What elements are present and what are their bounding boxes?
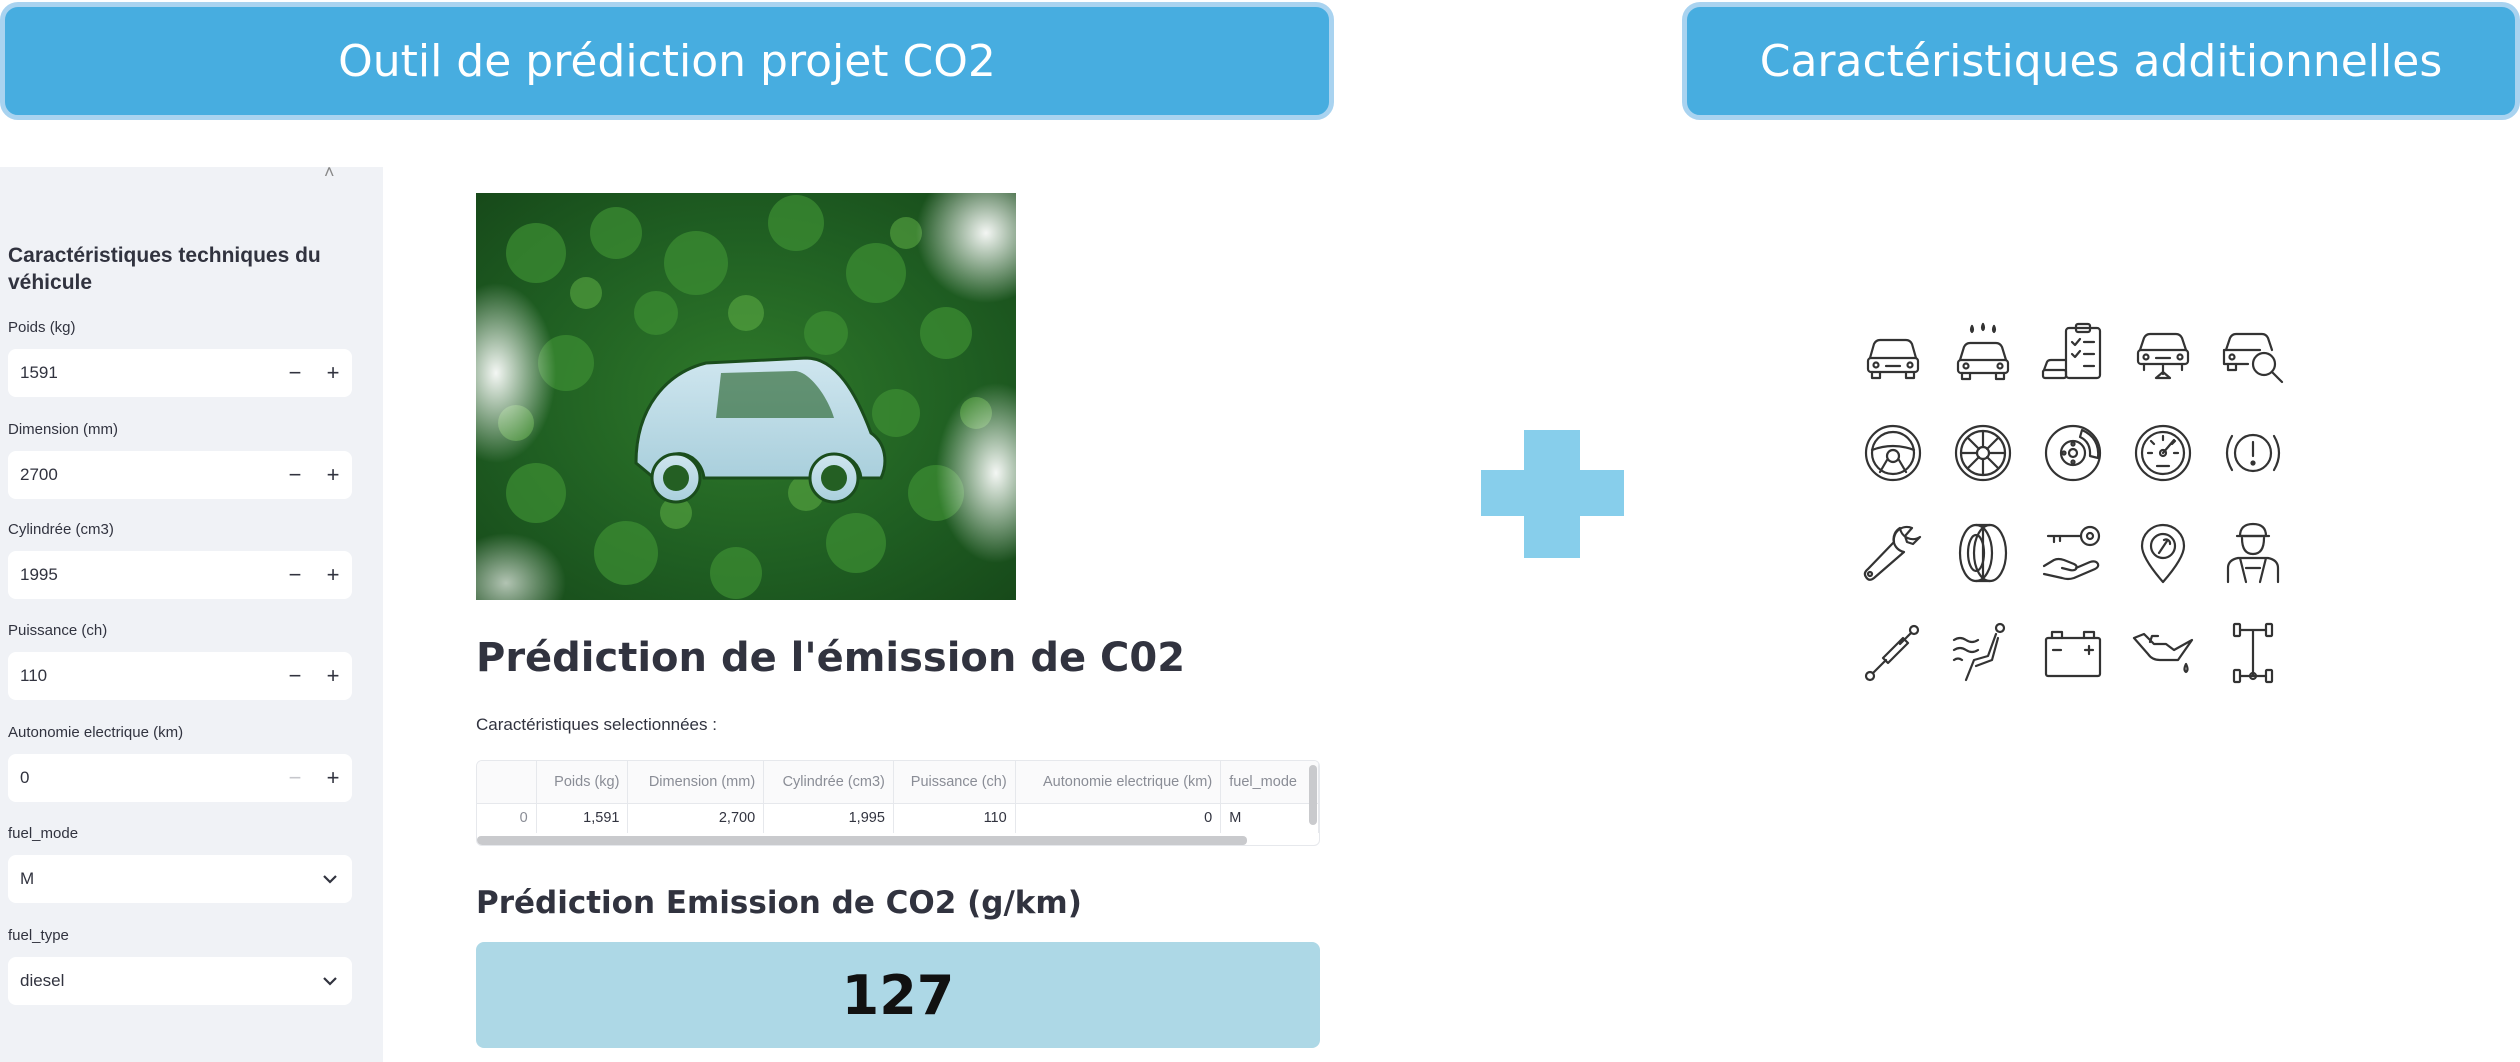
displacement-value[interactable]: 1995	[8, 565, 276, 585]
table-header-displacement[interactable]: Cylindrée (cm3)	[763, 761, 894, 804]
dimension-label: Dimension (mm)	[8, 421, 119, 438]
weight-input[interactable]: 1591 − +	[8, 349, 352, 397]
table-cell-fuel-mode[interactable]: M	[1220, 803, 1319, 833]
steering-wheel-icon	[1860, 420, 1926, 486]
dimension-increment-button[interactable]: +	[314, 462, 352, 488]
displacement-input[interactable]: 1995 − +	[8, 551, 352, 599]
mechanic-icon	[2220, 520, 2286, 586]
car-checklist-icon	[2040, 320, 2106, 386]
additional-features-icon-grid	[1860, 320, 2300, 690]
fuel-type-label: fuel_type	[8, 927, 69, 944]
electric-range-decrement-button[interactable]: −	[276, 765, 314, 791]
shock-absorber-icon	[1860, 620, 1926, 686]
banner-title-right: Caractéristiques additionnelles	[1682, 2, 2520, 120]
dimension-input[interactable]: 2700 − +	[8, 451, 352, 499]
table-horizontal-scrollbar[interactable]	[477, 836, 1247, 845]
table-cell-displacement[interactable]: 1,995	[763, 803, 894, 833]
table-cell-power[interactable]: 110	[893, 803, 1016, 833]
banner-title-right-text: Caractéristiques additionnelles	[1759, 35, 2443, 87]
electric-range-input[interactable]: 0 − +	[8, 754, 352, 802]
brake-disc-icon	[2040, 420, 2106, 486]
heated-seat-icon	[1950, 620, 2016, 686]
table-header-row: Poids (kg) Dimension (mm) Cylindrée (cm3…	[477, 761, 1319, 804]
collapse-sidebar-icon[interactable]: ˄	[324, 163, 338, 181]
car-search-icon	[2220, 320, 2286, 386]
banner-title-left-text: Outil de prédiction projet CO2	[338, 35, 996, 87]
displacement-label: Cylindrée (cm3)	[8, 521, 114, 538]
weight-decrement-button[interactable]: −	[276, 360, 314, 386]
sidebar: ˄ Caractéristiques techniques du véhicul…	[0, 163, 383, 1062]
weight-label: Poids (kg)	[8, 319, 76, 336]
car-diagnostic-icon	[2130, 320, 2196, 386]
car-key-hand-icon	[2040, 520, 2106, 586]
weight-increment-button[interactable]: +	[314, 360, 352, 386]
chevron-down-icon[interactable]	[308, 976, 352, 986]
table-header-weight[interactable]: Poids (kg)	[536, 761, 629, 804]
power-value[interactable]: 110	[8, 666, 276, 686]
page-title: Prédiction de l'émission de C02	[476, 635, 1186, 681]
car-front-icon	[1860, 320, 1926, 386]
sidebar-title: Caractéristiques techniques du véhicule	[8, 244, 321, 294]
table-row[interactable]: 0 1,591 2,700 1,995 110 0 M	[477, 803, 1319, 833]
plus-icon-bar	[1481, 470, 1624, 516]
table-cell-weight[interactable]: 1,591	[536, 803, 629, 833]
displacement-decrement-button[interactable]: −	[276, 562, 314, 588]
axle-drivetrain-icon	[2220, 620, 2286, 686]
displacement-increment-button[interactable]: +	[314, 562, 352, 588]
chevron-down-icon[interactable]	[308, 874, 352, 884]
selected-features-label: Caractéristiques selectionnées :	[476, 715, 717, 734]
table-header-power[interactable]: Puissance (ch)	[893, 761, 1016, 804]
wrench-icon	[1860, 520, 1926, 586]
power-decrement-button[interactable]: −	[276, 663, 314, 689]
fuel-type-value[interactable]: diesel	[8, 971, 308, 991]
fuel-type-select[interactable]: diesel	[8, 957, 352, 1005]
wheel-rim-icon	[1950, 420, 2016, 486]
prediction-title: Prédiction Emission de CO2 (g/km)	[476, 885, 1082, 921]
tire-icon	[1950, 520, 2016, 586]
table-header-index[interactable]	[477, 761, 537, 804]
power-input[interactable]: 110 − +	[8, 652, 352, 700]
fuel-mode-label: fuel_mode	[8, 825, 79, 842]
table-header-fuel-mode[interactable]: fuel_mode	[1220, 761, 1319, 804]
fuel-mode-select[interactable]: M	[8, 855, 352, 903]
table-vertical-scrollbar[interactable]	[1309, 765, 1317, 825]
power-label: Puissance (ch)	[8, 622, 108, 639]
table-header-electric-range[interactable]: Autonomie electrique (km)	[1015, 761, 1222, 804]
fuel-mode-value[interactable]: M	[8, 869, 308, 889]
electric-range-label: Autonomie electrique (km)	[8, 724, 184, 741]
forest-car-lake-image	[476, 193, 1016, 600]
car-battery-icon	[2040, 620, 2106, 686]
table-cell-electric-range[interactable]: 0	[1015, 803, 1222, 833]
dimension-value[interactable]: 2700	[8, 465, 276, 485]
oil-can-icon	[2130, 620, 2196, 686]
table-cell-index[interactable]: 0	[477, 803, 537, 833]
service-location-icon	[2130, 520, 2196, 586]
electric-range-increment-button[interactable]: +	[314, 765, 352, 791]
prediction-value: 127	[841, 963, 955, 1027]
prediction-result: 127	[476, 942, 1320, 1048]
power-increment-button[interactable]: +	[314, 663, 352, 689]
dimension-decrement-button[interactable]: −	[276, 462, 314, 488]
weight-value[interactable]: 1591	[8, 363, 276, 383]
electric-range-value[interactable]: 0	[8, 768, 276, 788]
car-wash-icon	[1950, 320, 2016, 386]
table-cell-dimension[interactable]: 2,700	[627, 803, 765, 833]
speedometer-icon	[2130, 420, 2196, 486]
brake-warning-icon	[2220, 420, 2286, 486]
selected-features-table[interactable]: Poids (kg) Dimension (mm) Cylindrée (cm3…	[476, 760, 1320, 846]
table-header-dimension[interactable]: Dimension (mm)	[627, 761, 765, 804]
banner-title-left: Outil de prédiction projet CO2	[0, 2, 1334, 120]
